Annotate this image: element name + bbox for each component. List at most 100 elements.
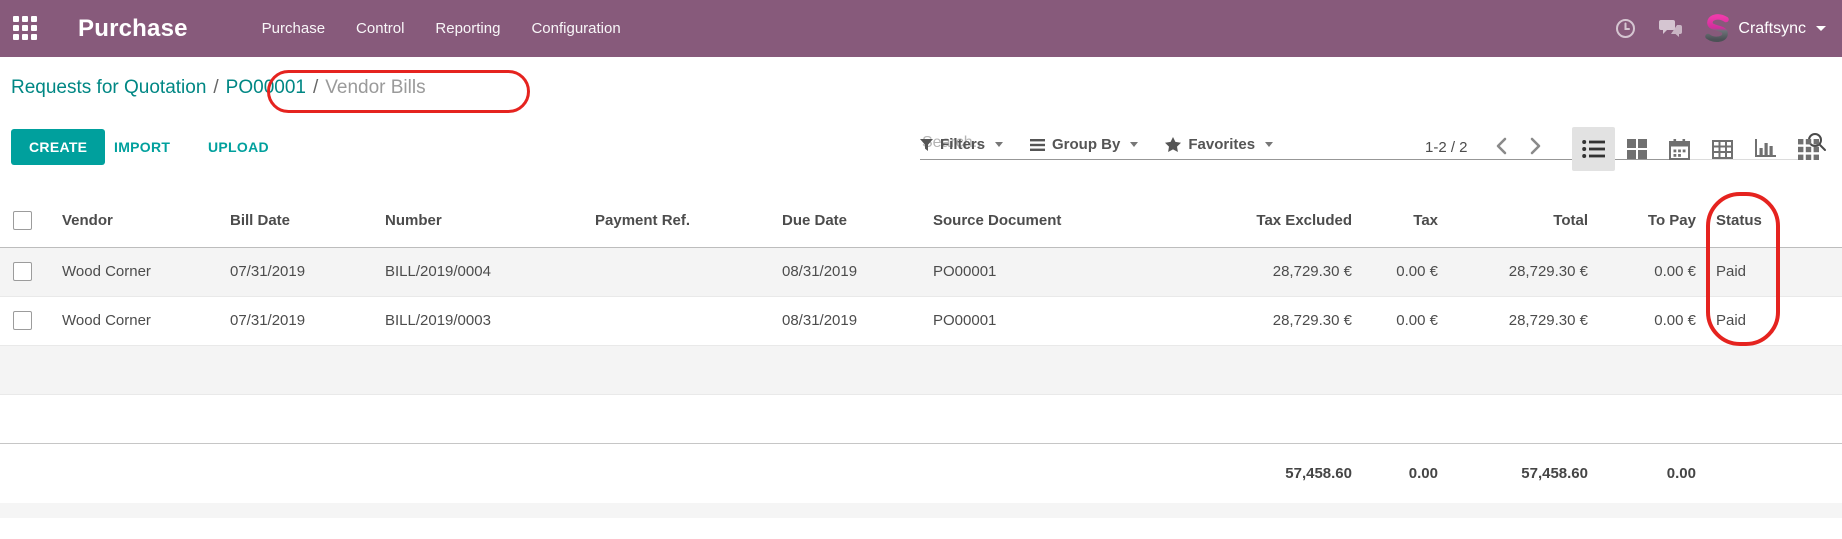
kanban-view-button[interactable]: [1615, 127, 1658, 171]
upload-button[interactable]: UPLOAD: [208, 139, 269, 155]
cell-payment-ref[interactable]: [585, 247, 772, 296]
table-header-row: Vendor Bill Date Number Payment Ref. Due…: [0, 195, 1842, 247]
cell-bill-date[interactable]: 07/31/2019: [220, 247, 375, 296]
total-tax-excluded: 57,458.60: [1120, 443, 1362, 504]
activities-clock-icon[interactable]: [1615, 18, 1636, 39]
cell-tax[interactable]: 0.00 €: [1362, 247, 1448, 296]
breadcrumb-link-po00001[interactable]: PO00001: [226, 77, 306, 98]
breadcrumb-separator: /: [313, 77, 318, 98]
calendar-view-icon: [1669, 139, 1690, 160]
top-navbar: Purchase Purchase Control Reporting Conf…: [0, 0, 1842, 57]
total-total: 57,458.60: [1448, 443, 1598, 504]
filter-icon: [920, 139, 933, 151]
cell-vendor[interactable]: Wood Corner: [52, 296, 220, 345]
filters-dropdown[interactable]: Filters: [920, 136, 1003, 153]
chevron-down-icon: [1130, 142, 1138, 147]
chevron-down-icon: [1816, 26, 1826, 31]
vendor-bills-table: Vendor Bill Date Number Payment Ref. Due…: [0, 195, 1842, 504]
toolbar: CREATE IMPORT UPLOAD Filters Group By Fa…: [0, 123, 1842, 179]
empty-row: [0, 394, 1842, 443]
cell-total[interactable]: 28,729.30 €: [1448, 247, 1598, 296]
cell-bill-date[interactable]: 07/31/2019: [220, 296, 375, 345]
cell-due-date[interactable]: 08/31/2019: [772, 247, 923, 296]
column-header-vendor[interactable]: Vendor: [52, 195, 220, 247]
total-to-pay: 0.00: [1598, 443, 1706, 504]
messages-icon[interactable]: [1658, 18, 1683, 39]
column-header-number[interactable]: Number: [375, 195, 585, 247]
chevron-left-icon: [1496, 137, 1507, 155]
column-header-due-date[interactable]: Due Date: [772, 195, 923, 247]
cell-tax-excluded[interactable]: 28,729.30 €: [1120, 296, 1362, 345]
view-switcher: [1572, 127, 1830, 171]
main-menu: Purchase Control Reporting Configuration: [262, 20, 621, 37]
graph-view-button[interactable]: [1744, 127, 1787, 171]
cell-tax[interactable]: 0.00 €: [1362, 296, 1448, 345]
pager-next-button[interactable]: [1528, 135, 1543, 160]
filter-bar: Filters Group By Favorites: [920, 136, 1273, 153]
total-tax: 0.00: [1362, 443, 1448, 504]
menu-item-reporting[interactable]: Reporting: [435, 20, 500, 37]
select-all-checkbox[interactable]: [13, 211, 32, 230]
menu-item-configuration[interactable]: Configuration: [531, 20, 620, 37]
menu-item-purchase[interactable]: Purchase: [262, 20, 325, 37]
column-header-payment-ref[interactable]: Payment Ref.: [585, 195, 772, 247]
cell-to-pay[interactable]: 0.00 €: [1598, 247, 1706, 296]
apps-grid-icon[interactable]: [13, 16, 38, 41]
pivot-view-icon: [1712, 140, 1733, 159]
row-checkbox[interactable]: [13, 262, 32, 281]
user-menu[interactable]: Craftsync: [1705, 14, 1826, 43]
table-row[interactable]: Wood Corner 07/31/2019 BILL/2019/0004 08…: [0, 247, 1842, 296]
purchase-vendor-bills-page: Purchase Purchase Control Reporting Conf…: [0, 0, 1842, 539]
grid-view-button[interactable]: [1787, 127, 1830, 171]
column-header-tax[interactable]: Tax: [1362, 195, 1448, 247]
breadcrumb-current: Vendor Bills: [325, 77, 425, 98]
totals-row: 57,458.60 0.00 57,458.60 0.00: [0, 443, 1842, 504]
cell-number[interactable]: BILL/2019/0004: [375, 247, 585, 296]
cell-vendor[interactable]: Wood Corner: [52, 247, 220, 296]
breadcrumb: Requests for Quotation/PO00001/Vendor Bi…: [11, 77, 426, 99]
column-header-source-document[interactable]: Source Document: [923, 195, 1120, 247]
pager-range: 1-2 / 2: [1425, 139, 1468, 156]
user-name: Craftsync: [1738, 20, 1806, 38]
control-panel: Requests for Quotation/PO00001/Vendor Bi…: [0, 57, 1842, 123]
app-title: Purchase: [78, 15, 188, 43]
company-logo-icon: [1705, 14, 1730, 43]
empty-row: [0, 345, 1842, 394]
column-header-tax-excluded[interactable]: Tax Excluded: [1120, 195, 1362, 247]
cell-payment-ref[interactable]: [585, 296, 772, 345]
breadcrumb-link-requests-for-quotation[interactable]: Requests for Quotation: [11, 77, 206, 98]
group-by-dropdown[interactable]: Group By: [1030, 136, 1138, 153]
chevron-down-icon: [995, 142, 1003, 147]
favorites-dropdown[interactable]: Favorites: [1165, 136, 1273, 153]
row-checkbox[interactable]: [13, 311, 32, 330]
column-header-to-pay[interactable]: To Pay: [1598, 195, 1706, 247]
group-by-icon: [1030, 139, 1045, 151]
table-row[interactable]: Wood Corner 07/31/2019 BILL/2019/0003 08…: [0, 296, 1842, 345]
kanban-view-icon: [1627, 139, 1647, 159]
column-header-bill-date[interactable]: Bill Date: [220, 195, 375, 247]
empty-stripe-row: [0, 503, 1842, 518]
cell-status[interactable]: Paid: [1706, 296, 1842, 345]
cell-due-date[interactable]: 08/31/2019: [772, 296, 923, 345]
cell-number[interactable]: BILL/2019/0003: [375, 296, 585, 345]
pager-prev-button[interactable]: [1494, 135, 1509, 160]
calendar-view-button[interactable]: [1658, 127, 1701, 171]
grid-view-icon: [1798, 139, 1819, 160]
cell-tax-excluded[interactable]: 28,729.30 €: [1120, 247, 1362, 296]
cell-status[interactable]: Paid: [1706, 247, 1842, 296]
column-header-status[interactable]: Status: [1706, 195, 1842, 247]
cell-total[interactable]: 28,729.30 €: [1448, 296, 1598, 345]
list-view-button[interactable]: [1572, 127, 1615, 171]
cell-source-document[interactable]: PO00001: [923, 247, 1120, 296]
star-icon: [1165, 137, 1181, 152]
chevron-right-icon: [1530, 137, 1541, 155]
cell-to-pay[interactable]: 0.00 €: [1598, 296, 1706, 345]
column-header-total[interactable]: Total: [1448, 195, 1598, 247]
menu-item-control[interactable]: Control: [356, 20, 404, 37]
cell-source-document[interactable]: PO00001: [923, 296, 1120, 345]
list-view-icon: [1582, 139, 1605, 159]
create-button[interactable]: CREATE: [11, 129, 105, 165]
chevron-down-icon: [1265, 142, 1273, 147]
pivot-view-button[interactable]: [1701, 127, 1744, 171]
import-button[interactable]: IMPORT: [114, 139, 170, 155]
